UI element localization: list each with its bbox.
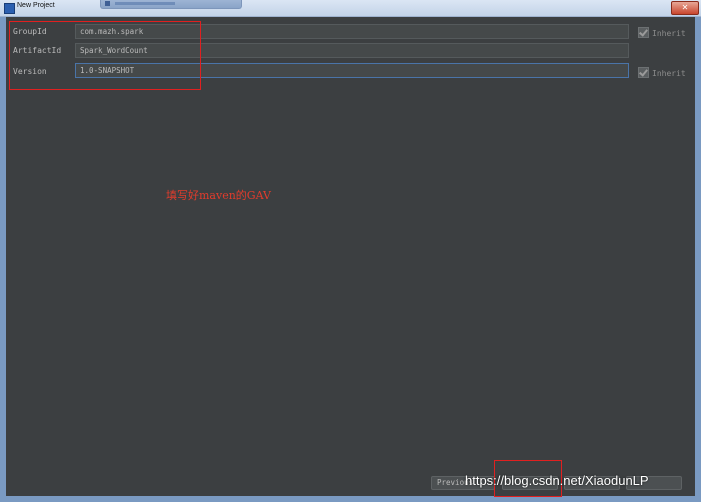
group-id-inherit-label: Inherit [652, 29, 686, 38]
new-project-dialog-body: GroupId com.mazh.spark Inherit ArtifactI… [6, 17, 695, 497]
checkbox-checked-icon [638, 27, 649, 38]
checkbox-checked-icon [638, 67, 649, 78]
csdn-watermark: https://blog.csdn.net/XiaodunLP [465, 473, 649, 488]
background-window-title-blurred [115, 2, 175, 5]
background-window-icon [105, 1, 110, 6]
intellij-app-icon [4, 3, 15, 14]
window-titlebar: New Project ✕ [0, 0, 701, 17]
window-title: New Project [17, 2, 55, 9]
background-window-tab[interactable] [100, 0, 242, 9]
annotation-text: 填写好maven的GAV [166, 189, 271, 202]
version-inherit-checkbox[interactable]: Inherit [638, 67, 686, 78]
group-id-inherit-checkbox[interactable]: Inherit [638, 27, 686, 38]
gav-highlight-box [9, 21, 201, 90]
version-inherit-label: Inherit [652, 69, 686, 78]
close-button[interactable]: ✕ [671, 1, 699, 15]
